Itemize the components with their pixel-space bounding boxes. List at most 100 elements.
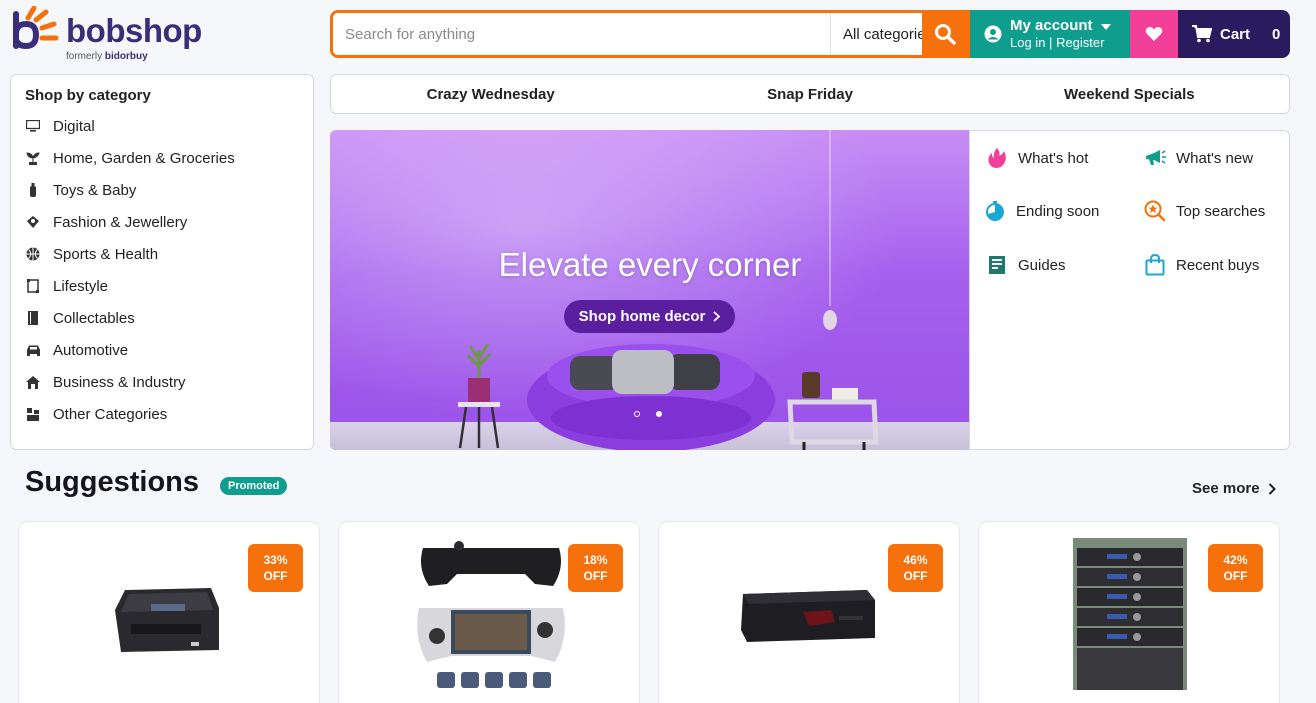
pendant-lamp-illustration: [823, 130, 837, 330]
sidebar-item-label: Home, Garden & Groceries: [53, 149, 235, 167]
discount-off-label: OFF: [583, 569, 608, 583]
quick-link-recent-buys[interactable]: Recent buys: [1144, 254, 1259, 276]
quick-link-label: Guides: [1018, 256, 1066, 274]
search-input[interactable]: [333, 13, 830, 55]
plant-icon: [25, 150, 41, 166]
sidebar-item-business[interactable]: Business & Industry: [25, 366, 299, 398]
carousel-dot-active[interactable]: [656, 411, 662, 417]
megaphone-icon: [1144, 147, 1166, 169]
frame-icon: [25, 278, 41, 294]
account-menu[interactable]: My account Log in | Register: [970, 10, 1130, 58]
quick-link-whats-hot[interactable]: What's hot: [986, 147, 1088, 169]
quick-link-label: What's new: [1176, 149, 1254, 167]
book-icon: [25, 310, 41, 326]
see-more-link[interactable]: See more: [1192, 480, 1276, 497]
quick-link-guides[interactable]: Guides: [986, 254, 1066, 276]
cta-label: Shop home decor: [578, 308, 706, 325]
carousel-dots: [634, 411, 662, 417]
guide-book-icon: [986, 254, 1008, 276]
sidebar-item-label: Automotive: [53, 341, 129, 359]
sidebar-item-fashion[interactable]: Fashion & Jewellery: [25, 206, 299, 238]
mini-pc-stack-product-image: [1073, 538, 1187, 690]
category-sidebar: Shop by category Digital Home, Garden & …: [10, 74, 314, 450]
product-card-pc-case[interactable]: 46% OFF: [658, 521, 960, 703]
flame-icon: [986, 147, 1008, 169]
discount-off-label: OFF: [1223, 569, 1248, 583]
ball-icon: [25, 246, 41, 262]
sidebar-item-label: Sports & Health: [53, 245, 159, 263]
sidebar-item-label: Lifestyle: [53, 277, 109, 295]
quick-links-panel: What's hot What's new Ending soon Top se…: [969, 130, 1290, 450]
quick-link-label: Recent buys: [1176, 256, 1260, 274]
discount-badge: 46% OFF: [888, 544, 943, 592]
building-icon: [25, 374, 41, 390]
search-button[interactable]: [922, 10, 968, 58]
caret-down-icon: [1100, 23, 1111, 30]
formerly-name: bidorbuy: [104, 51, 148, 62]
formerly-prefix: formerly: [66, 51, 103, 62]
brand-formerly: formerly bidorbuy: [66, 51, 148, 62]
sidebar-item-label: Digital: [53, 117, 95, 135]
sidebar-item-lifestyle[interactable]: Lifestyle: [25, 270, 299, 302]
discount-value: 18%: [583, 553, 608, 567]
discount-badge: 18% OFF: [568, 544, 623, 592]
quick-link-top-searches[interactable]: Top searches: [1144, 200, 1265, 222]
hero-banner[interactable]: Elevate every corner Shop home decor: [330, 130, 970, 450]
product-card-printer[interactable]: 33% OFF: [18, 521, 320, 703]
brand-name: bobshop: [66, 12, 202, 49]
bottle-icon: [25, 182, 41, 198]
heart-icon: [1145, 27, 1163, 41]
wishlist-button[interactable]: [1130, 10, 1178, 58]
sidebar-item-label: Fashion & Jewellery: [53, 213, 188, 231]
sidebar-item-sports[interactable]: Sports & Health: [25, 238, 299, 270]
carousel-dot[interactable]: [634, 411, 640, 417]
sidebar-item-other[interactable]: Other Categories: [25, 398, 299, 430]
cart-icon: [1192, 25, 1212, 43]
sidebar-item-home-garden[interactable]: Home, Garden & Groceries: [25, 142, 299, 174]
sidebar-item-collectables[interactable]: Collectables: [25, 302, 299, 334]
product-card-controller[interactable]: 18% OFF: [338, 521, 640, 703]
sidebar-item-toys-baby[interactable]: Toys & Baby: [25, 174, 299, 206]
tab-crazy-wednesday[interactable]: Crazy Wednesday: [331, 75, 650, 113]
gem-icon: [25, 214, 41, 230]
discount-off-label: OFF: [903, 569, 928, 583]
plant-stool-illustration: [458, 343, 500, 449]
user-icon: [984, 25, 1002, 43]
search-star-icon: [1144, 200, 1166, 222]
account-title-label: My account: [1010, 16, 1093, 34]
timer-icon: [984, 200, 1006, 222]
promoted-badge: Promoted: [220, 477, 288, 495]
quick-link-label: Ending soon: [1016, 202, 1100, 220]
quick-link-label: What's hot: [1018, 149, 1089, 167]
chevron-right-icon: [1268, 482, 1276, 495]
suggestions-title: Suggestions: [25, 466, 200, 498]
discount-value: 33%: [263, 553, 288, 567]
bobshop-logo[interactable]: bobshop formerly bidorbuy: [12, 6, 222, 66]
discount-badge: 42% OFF: [1208, 544, 1263, 592]
quick-link-ending-soon[interactable]: Ending soon: [984, 200, 1099, 222]
quick-link-whats-new[interactable]: What's new: [1144, 147, 1253, 169]
account-title[interactable]: My account: [1010, 17, 1111, 36]
cart-button[interactable]: Cart 0: [1178, 10, 1290, 58]
search-icon: [935, 24, 956, 45]
product-card-mini-pc[interactable]: 42% OFF: [978, 521, 1280, 703]
sidebar-item-label: Business & Industry: [53, 373, 186, 391]
cart-label: Cart: [1220, 25, 1251, 43]
boxes-icon: [25, 406, 41, 422]
printer-product-image: [115, 588, 219, 652]
discount-off-label: OFF: [263, 569, 288, 583]
shop-home-decor-button[interactable]: Shop home decor: [564, 300, 735, 333]
sidebar-item-digital[interactable]: Digital: [25, 110, 299, 142]
see-more-label: See more: [1192, 480, 1260, 497]
login-link[interactable]: Log in: [1010, 35, 1045, 50]
category-select-label: All categories: [843, 25, 934, 43]
shopping-bag-icon: [1144, 254, 1166, 276]
search-bar: All categories: [330, 10, 970, 58]
tab-weekend-specials[interactable]: Weekend Specials: [970, 75, 1289, 113]
tab-snap-friday[interactable]: Snap Friday: [650, 75, 969, 113]
sofa-illustration: [527, 344, 775, 450]
sidebar-item-label: Toys & Baby: [53, 181, 137, 199]
register-link[interactable]: Register: [1056, 35, 1104, 50]
sidebar-item-automotive[interactable]: Automotive: [25, 334, 299, 366]
logo-mark-icon: [13, 6, 59, 50]
